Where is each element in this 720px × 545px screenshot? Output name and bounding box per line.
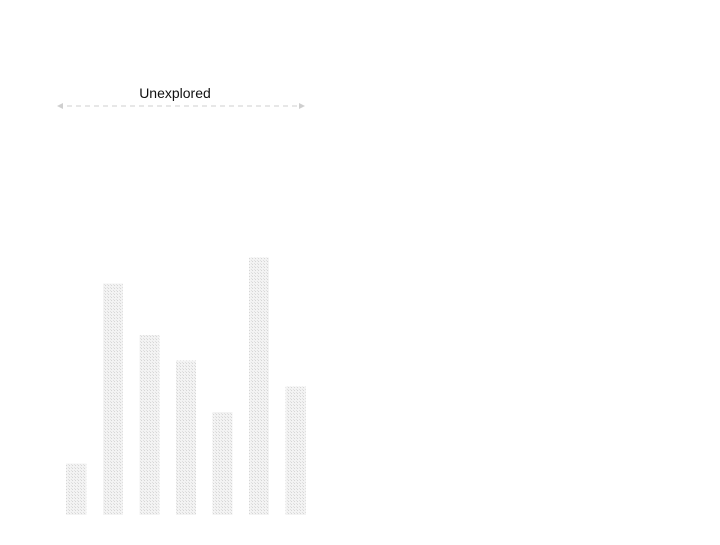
bar-chart-svg: Unexplored xyxy=(57,85,306,515)
bar-4 xyxy=(175,360,196,515)
bars-group xyxy=(66,257,306,515)
chart: Unexplored xyxy=(0,0,720,540)
bar-3 xyxy=(139,334,160,515)
bar-2 xyxy=(102,283,123,515)
bar-5 xyxy=(212,412,233,515)
unexplored-label: Unexplored xyxy=(139,85,211,101)
bar-6 xyxy=(249,257,270,515)
bar-7 xyxy=(285,386,306,515)
bar-1 xyxy=(66,463,87,515)
unexplored-annotation: Unexplored xyxy=(57,85,305,109)
